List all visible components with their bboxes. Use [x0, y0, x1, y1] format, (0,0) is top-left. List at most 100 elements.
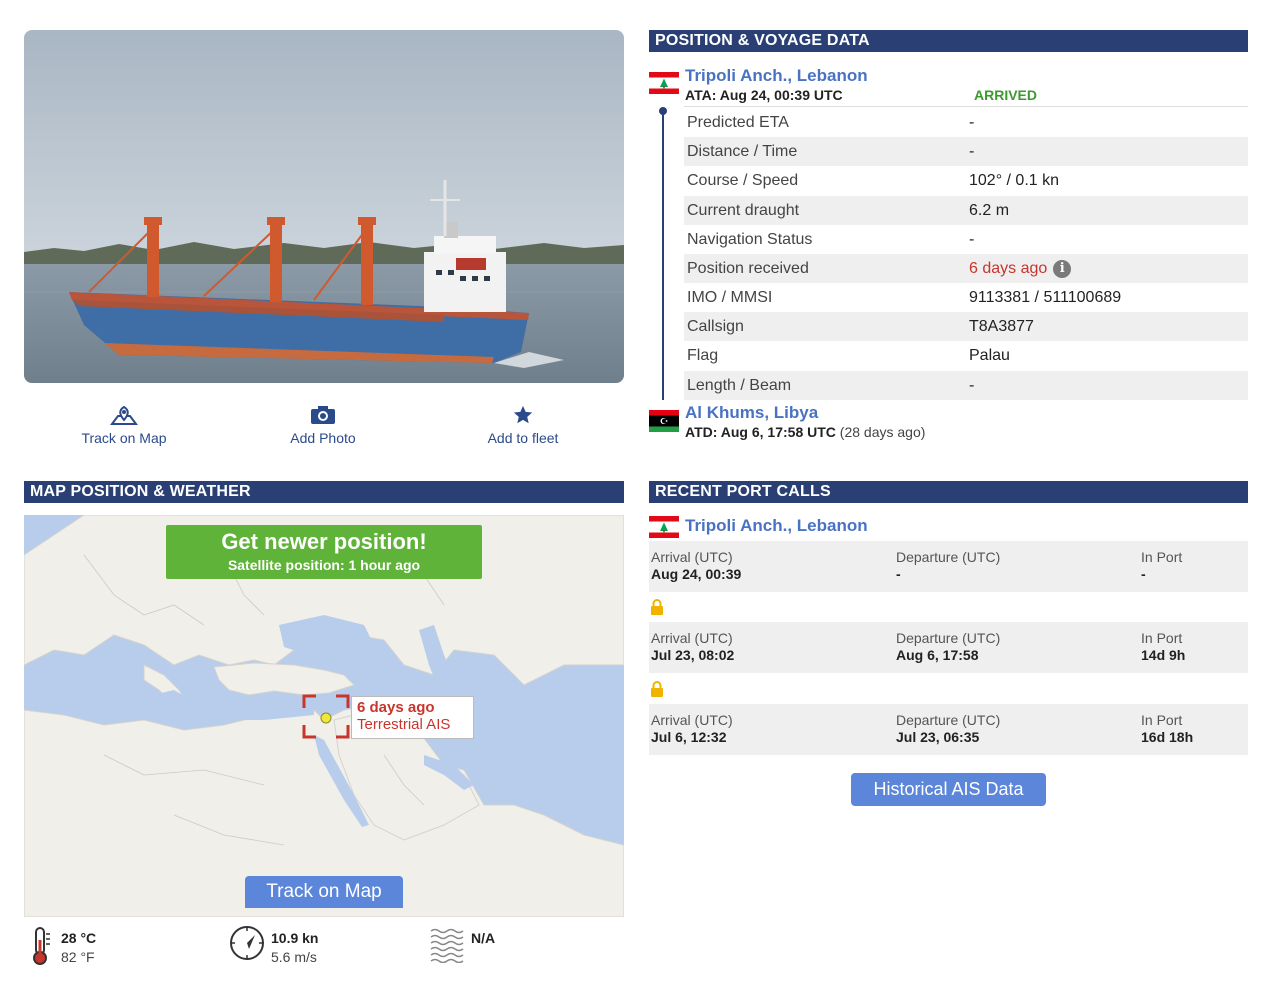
vessel-photo[interactable]: [24, 30, 624, 383]
port-call-row: Arrival (UTC) Aug 24, 00:39 Departure (U…: [649, 541, 1248, 592]
row-label: Current draught: [687, 202, 800, 219]
row-value: 6.2 m: [969, 202, 1010, 219]
departure-value: -: [896, 566, 901, 582]
arrival-value: Jul 23, 08:02: [651, 647, 735, 663]
map-section-header: MAP POSITION & WEATHER: [24, 481, 624, 503]
row-label: Callsign: [687, 318, 744, 335]
position-source: Terrestrial AIS: [357, 716, 451, 733]
in-port-header: In Port: [1141, 549, 1183, 565]
row-distance-time: Distance / Time -: [684, 137, 1248, 166]
wind: 10.9 kn 5.6 m/s: [271, 930, 318, 965]
arrival-header: Arrival (UTC): [651, 712, 733, 728]
track-on-map-button[interactable]: Track on Map: [245, 876, 403, 908]
row-value: T8A3877: [969, 318, 1034, 335]
in-port-value: -: [1141, 566, 1146, 582]
add-photo-label: Add Photo: [290, 430, 356, 446]
port-calls-section-header: RECENT PORT CALLS: [649, 481, 1248, 503]
departure-atd-line: ATD: Aug 6, 17:58 UTC (28 days ago): [685, 424, 925, 440]
add-to-fleet-action[interactable]: Add to fleet: [423, 400, 623, 446]
star-icon: [423, 400, 623, 426]
position-received-value: 6 days ago: [969, 260, 1048, 277]
compass-icon: [229, 925, 265, 961]
track-on-map-action[interactable]: Track on Map: [24, 400, 224, 446]
departure-header: Departure (UTC): [896, 630, 1001, 646]
row-label: IMO / MMSI: [687, 289, 773, 306]
row-length-beam: Length / Beam -: [684, 371, 1248, 400]
in-port-header: In Port: [1141, 712, 1183, 728]
arrival-header: Arrival (UTC): [651, 549, 733, 565]
in-port-value: 14d 9h: [1141, 647, 1186, 663]
departure-value: Jul 23, 06:35: [896, 729, 980, 745]
departure-value: Aug 6, 17:58: [896, 647, 979, 663]
in-port-cell: In Port 16d 18h: [1141, 712, 1193, 745]
arrival-cell: Arrival (UTC) Aug 24, 00:39: [651, 549, 741, 582]
temperature: 28 °C 82 °F: [61, 930, 96, 965]
row-label: Position received: [687, 260, 809, 277]
wind-ms: 5.6 m/s: [271, 949, 317, 965]
row-predicted-eta: Predicted ETA -: [684, 108, 1248, 137]
departure-cell: Departure (UTC) -: [896, 549, 1000, 582]
track-on-map-label: Track on Map: [81, 430, 167, 446]
departure-ago: (28 days ago): [839, 424, 926, 440]
row-current-draught: Current draught 6.2 m: [684, 196, 1248, 225]
in-port-cell: In Port 14d 9h: [1141, 630, 1185, 663]
temperature-fahrenheit: 82 °F: [61, 949, 95, 965]
in-port-cell: In Port -: [1141, 549, 1182, 582]
historical-ais-data-button[interactable]: Historical AIS Data: [851, 773, 1046, 806]
lock-icon[interactable]: [650, 599, 664, 615]
row-label: Predicted ETA: [687, 114, 789, 131]
row-course-speed: Course / Speed 102° / 0.1 kn: [684, 166, 1248, 195]
get-newer-subtitle: Satellite position: 1 hour ago: [227, 557, 421, 573]
departure-cell: Departure (UTC) Aug 6, 17:58: [896, 630, 1000, 663]
waves-icon: [430, 927, 466, 964]
thermometer-icon: [28, 926, 54, 966]
camera-icon: [223, 400, 423, 426]
row-label: Length / Beam: [687, 377, 792, 394]
add-to-fleet-label: Add to fleet: [487, 430, 559, 446]
divider: [684, 106, 1248, 107]
departure-atd: ATD: Aug 6, 17:58 UTC: [685, 424, 836, 440]
arrival-cell: Arrival (UTC) Jul 6, 12:32: [651, 712, 733, 745]
destination-port-link[interactable]: Tripoli Anch., Lebanon: [685, 66, 868, 86]
row-value: -: [969, 114, 975, 131]
arrival-cell: Arrival (UTC) Jul 23, 08:02: [651, 630, 734, 663]
wave-height: N/A: [471, 930, 496, 946]
row-value-wrap: 6 days ago i: [969, 254, 1072, 283]
lebanon-flag-icon: [649, 516, 679, 538]
row-value: 9113381 / 511100689: [969, 289, 1122, 306]
row-callsign: Callsign T8A3877: [684, 312, 1248, 341]
add-photo-action[interactable]: Add Photo: [223, 400, 423, 446]
row-flag: Flag Palau: [684, 341, 1248, 370]
arrival-value: Jul 6, 12:32: [651, 729, 727, 745]
row-label: Distance / Time: [687, 143, 798, 160]
row-position-received: Position received 6 days ago i: [684, 254, 1248, 283]
row-value: 102° / 0.1 kn: [969, 172, 1060, 189]
departure-header: Departure (UTC): [896, 712, 1001, 728]
row-value: -: [969, 231, 975, 248]
lock-icon[interactable]: [650, 681, 664, 697]
temperature-celsius: 28 °C: [61, 930, 97, 946]
departure-header: Departure (UTC): [896, 549, 1001, 565]
position-age: 6 days ago: [357, 699, 435, 716]
get-newer-title: Get newer position!: [221, 529, 427, 554]
info-icon[interactable]: i: [1053, 259, 1072, 278]
get-newer-position-banner[interactable]: Get newer position! Satellite position: …: [166, 525, 482, 579]
departure-cell: Departure (UTC) Jul 23, 06:35: [896, 712, 1000, 745]
row-label: Navigation Status: [687, 231, 813, 248]
row-value: Palau: [969, 347, 1010, 364]
in-port-value: 16d 18h: [1141, 729, 1194, 745]
departure-port-link[interactable]: Al Khums, Libya: [685, 403, 818, 423]
voyage-section-header: POSITION & VOYAGE DATA: [649, 30, 1248, 52]
port-calls-port-link[interactable]: Tripoli Anch., Lebanon: [685, 516, 868, 536]
map-pin-icon: [24, 400, 224, 426]
row-imo-mmsi: IMO / MMSI 9113381 / 511100689: [684, 283, 1248, 312]
lebanon-flag-icon: [649, 72, 679, 94]
voyage-timeline-line: [662, 108, 664, 400]
wind-knots: 10.9 kn: [271, 930, 319, 946]
row-value: -: [969, 377, 975, 394]
port-call-row: Arrival (UTC) Jul 23, 08:02 Departure (U…: [649, 622, 1248, 673]
row-label: Flag: [687, 347, 719, 364]
port-call-row: Arrival (UTC) Jul 6, 12:32 Departure (UT…: [649, 704, 1248, 755]
position-label: 6 days ago Terrestrial AIS: [351, 696, 474, 739]
voyage-status-badge: ARRIVED: [974, 87, 1038, 103]
